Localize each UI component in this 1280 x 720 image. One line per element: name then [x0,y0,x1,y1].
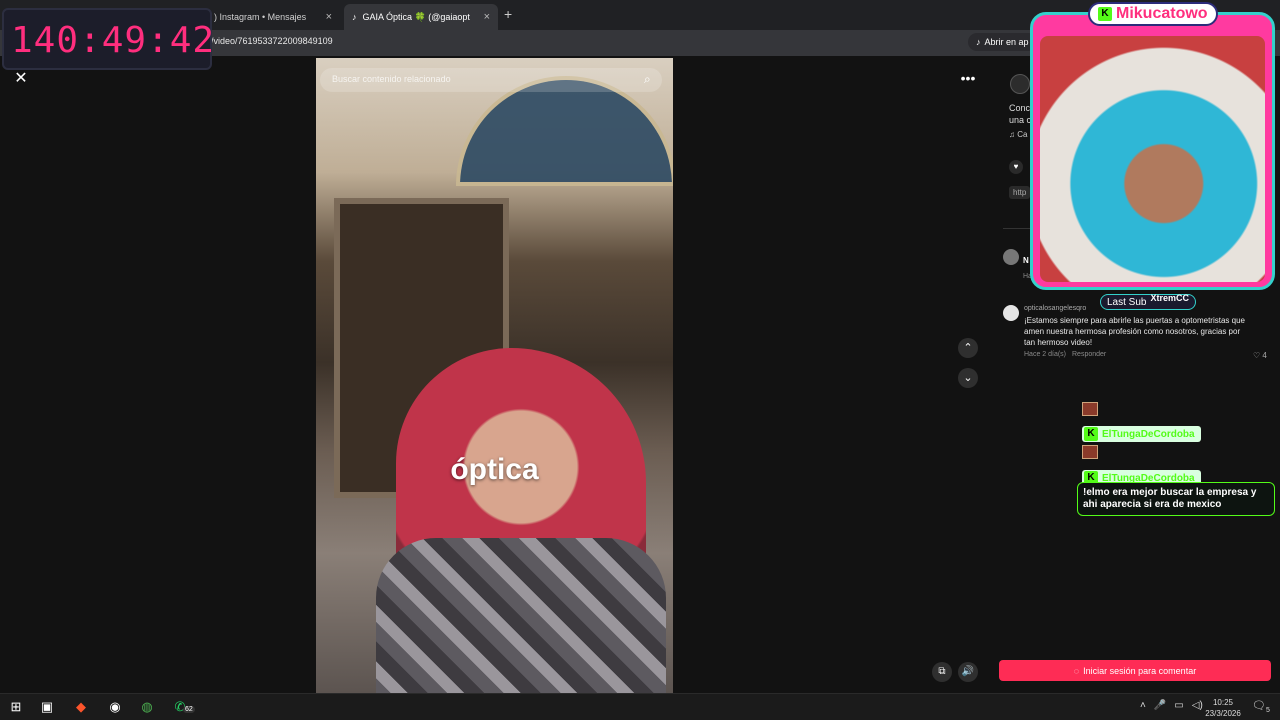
kick-icon: K [1084,427,1098,441]
copy-link-field[interactable]: http [1009,186,1031,199]
commenter-avatar[interactable] [1003,305,1019,321]
music-credit[interactable]: ♫ Ca [1009,130,1027,139]
login-to-comment-label: Iniciar sesión para comentar [1083,665,1197,676]
next-video-button[interactable]: ⌄ [958,368,978,388]
tab-label: GAIA Óptica 🍀 (@gaiaopt [362,11,470,22]
system-tray: ˄ 🎤 ▭ ◁) [1140,700,1203,711]
start-icon[interactable]: ⊞ [7,698,25,716]
comment-time: Hace 2 día(s) [1024,351,1067,358]
more-options-button[interactable]: ••• [956,70,980,88]
brave-browser-icon[interactable]: ◆ [72,698,90,716]
heart-icon[interactable]: ♥ [1009,160,1023,174]
subathon-timer: 140:49:42 [11,20,216,61]
notification-count: 5 [1265,707,1270,715]
clock-date: 23/3/2026 [1205,709,1241,718]
tab-gaia-optica[interactable]: ♪ GAIA Óptica 🍀 (@gaiaopt × [344,4,498,30]
chat-username: K ElTungaDeCordoba [1082,426,1201,442]
chat-message: !elmo era mejor buscar la empresa y ahi … [1077,482,1275,516]
chrome-icon[interactable]: ◍ [138,698,156,716]
tab-label: ) Instagram • Mensajes [214,12,307,22]
tiktok-icon: ♪ [976,37,981,47]
close-video-button[interactable]: ✕ [12,70,30,88]
reply-button[interactable]: Responder [1072,351,1106,358]
commenter-avatar[interactable] [1003,249,1019,265]
creator-avatar[interactable] [1010,74,1030,94]
video-description-line: una c [1009,115,1032,125]
comment-text: ¡Estamos siempre para abrirle las puerta… [1024,316,1245,347]
volume-icon[interactable]: 🔊 [958,662,978,682]
address-bar-url[interactable]: ts/video/7619533722009849109 [204,36,333,46]
notifications-icon[interactable]: 🗨5 [1252,699,1270,714]
previous-video-button[interactable]: ⌃ [958,338,978,358]
network-icon[interactable]: ▭ [1174,700,1183,711]
close-tab-icon[interactable]: × [484,11,490,23]
picture-in-picture-icon[interactable]: ⧉ [932,662,952,682]
whatsapp-badge: 62 [183,706,195,713]
streamer-logo: K Mikucatowo [1088,2,1218,26]
comment-like-count[interactable]: ♡ 4 [1253,351,1267,360]
storefront-sign-image [456,76,673,186]
last-sub-label: Last Sub [1107,296,1147,308]
chat-emote [1082,445,1098,459]
task-view-icon[interactable]: ▣ [38,698,56,716]
chevron-up-icon[interactable]: ˄ [1140,700,1146,711]
video-player[interactable]: óptica [316,58,673,693]
commenter-name[interactable]: N [1023,256,1029,265]
microphone-icon[interactable]: 🎤 [1154,700,1166,711]
new-tab-button[interactable]: + [504,6,512,22]
close-tab-icon[interactable]: × [326,11,332,23]
video-description: Conc [1009,103,1031,113]
last-sub-name: XtremCC [1150,293,1189,303]
comment-icon: ◌ [1073,665,1080,676]
webcam-feed [1040,36,1265,282]
open-in-app-button[interactable]: ♪ Abrir en ap [968,33,1037,51]
login-to-comment-button[interactable]: ◌ Iniciar sesión para comentar [999,660,1271,681]
tab-instagram[interactable]: ) Instagram • Mensajes × [206,4,340,30]
related-search-input[interactable]: Buscar contenido relacionado [320,68,662,92]
chat-username-label: ElTungaDeCordoba [1102,428,1195,440]
taskbar-clock[interactable]: 10:25 23/3/2026 [1198,697,1248,719]
search-icon[interactable]: ⌕ [644,72,651,87]
open-in-app-label: Abrir en ap [984,37,1029,47]
obs-icon[interactable]: ◉ [106,698,124,716]
tiktok-icon: ♪ [352,12,357,22]
video-caption: óptica [450,453,539,486]
clock-time: 10:25 [1212,698,1234,707]
chat-emote [1082,402,1098,416]
kick-icon: K [1098,7,1112,21]
last-subscriber-badge: Last Sub XtremCC [1100,293,1196,310]
commenter-name[interactable]: opticalosangelesqro [1024,305,1086,312]
shirt-image [376,538,666,693]
streamer-name: Mikucatowo [1116,5,1208,22]
